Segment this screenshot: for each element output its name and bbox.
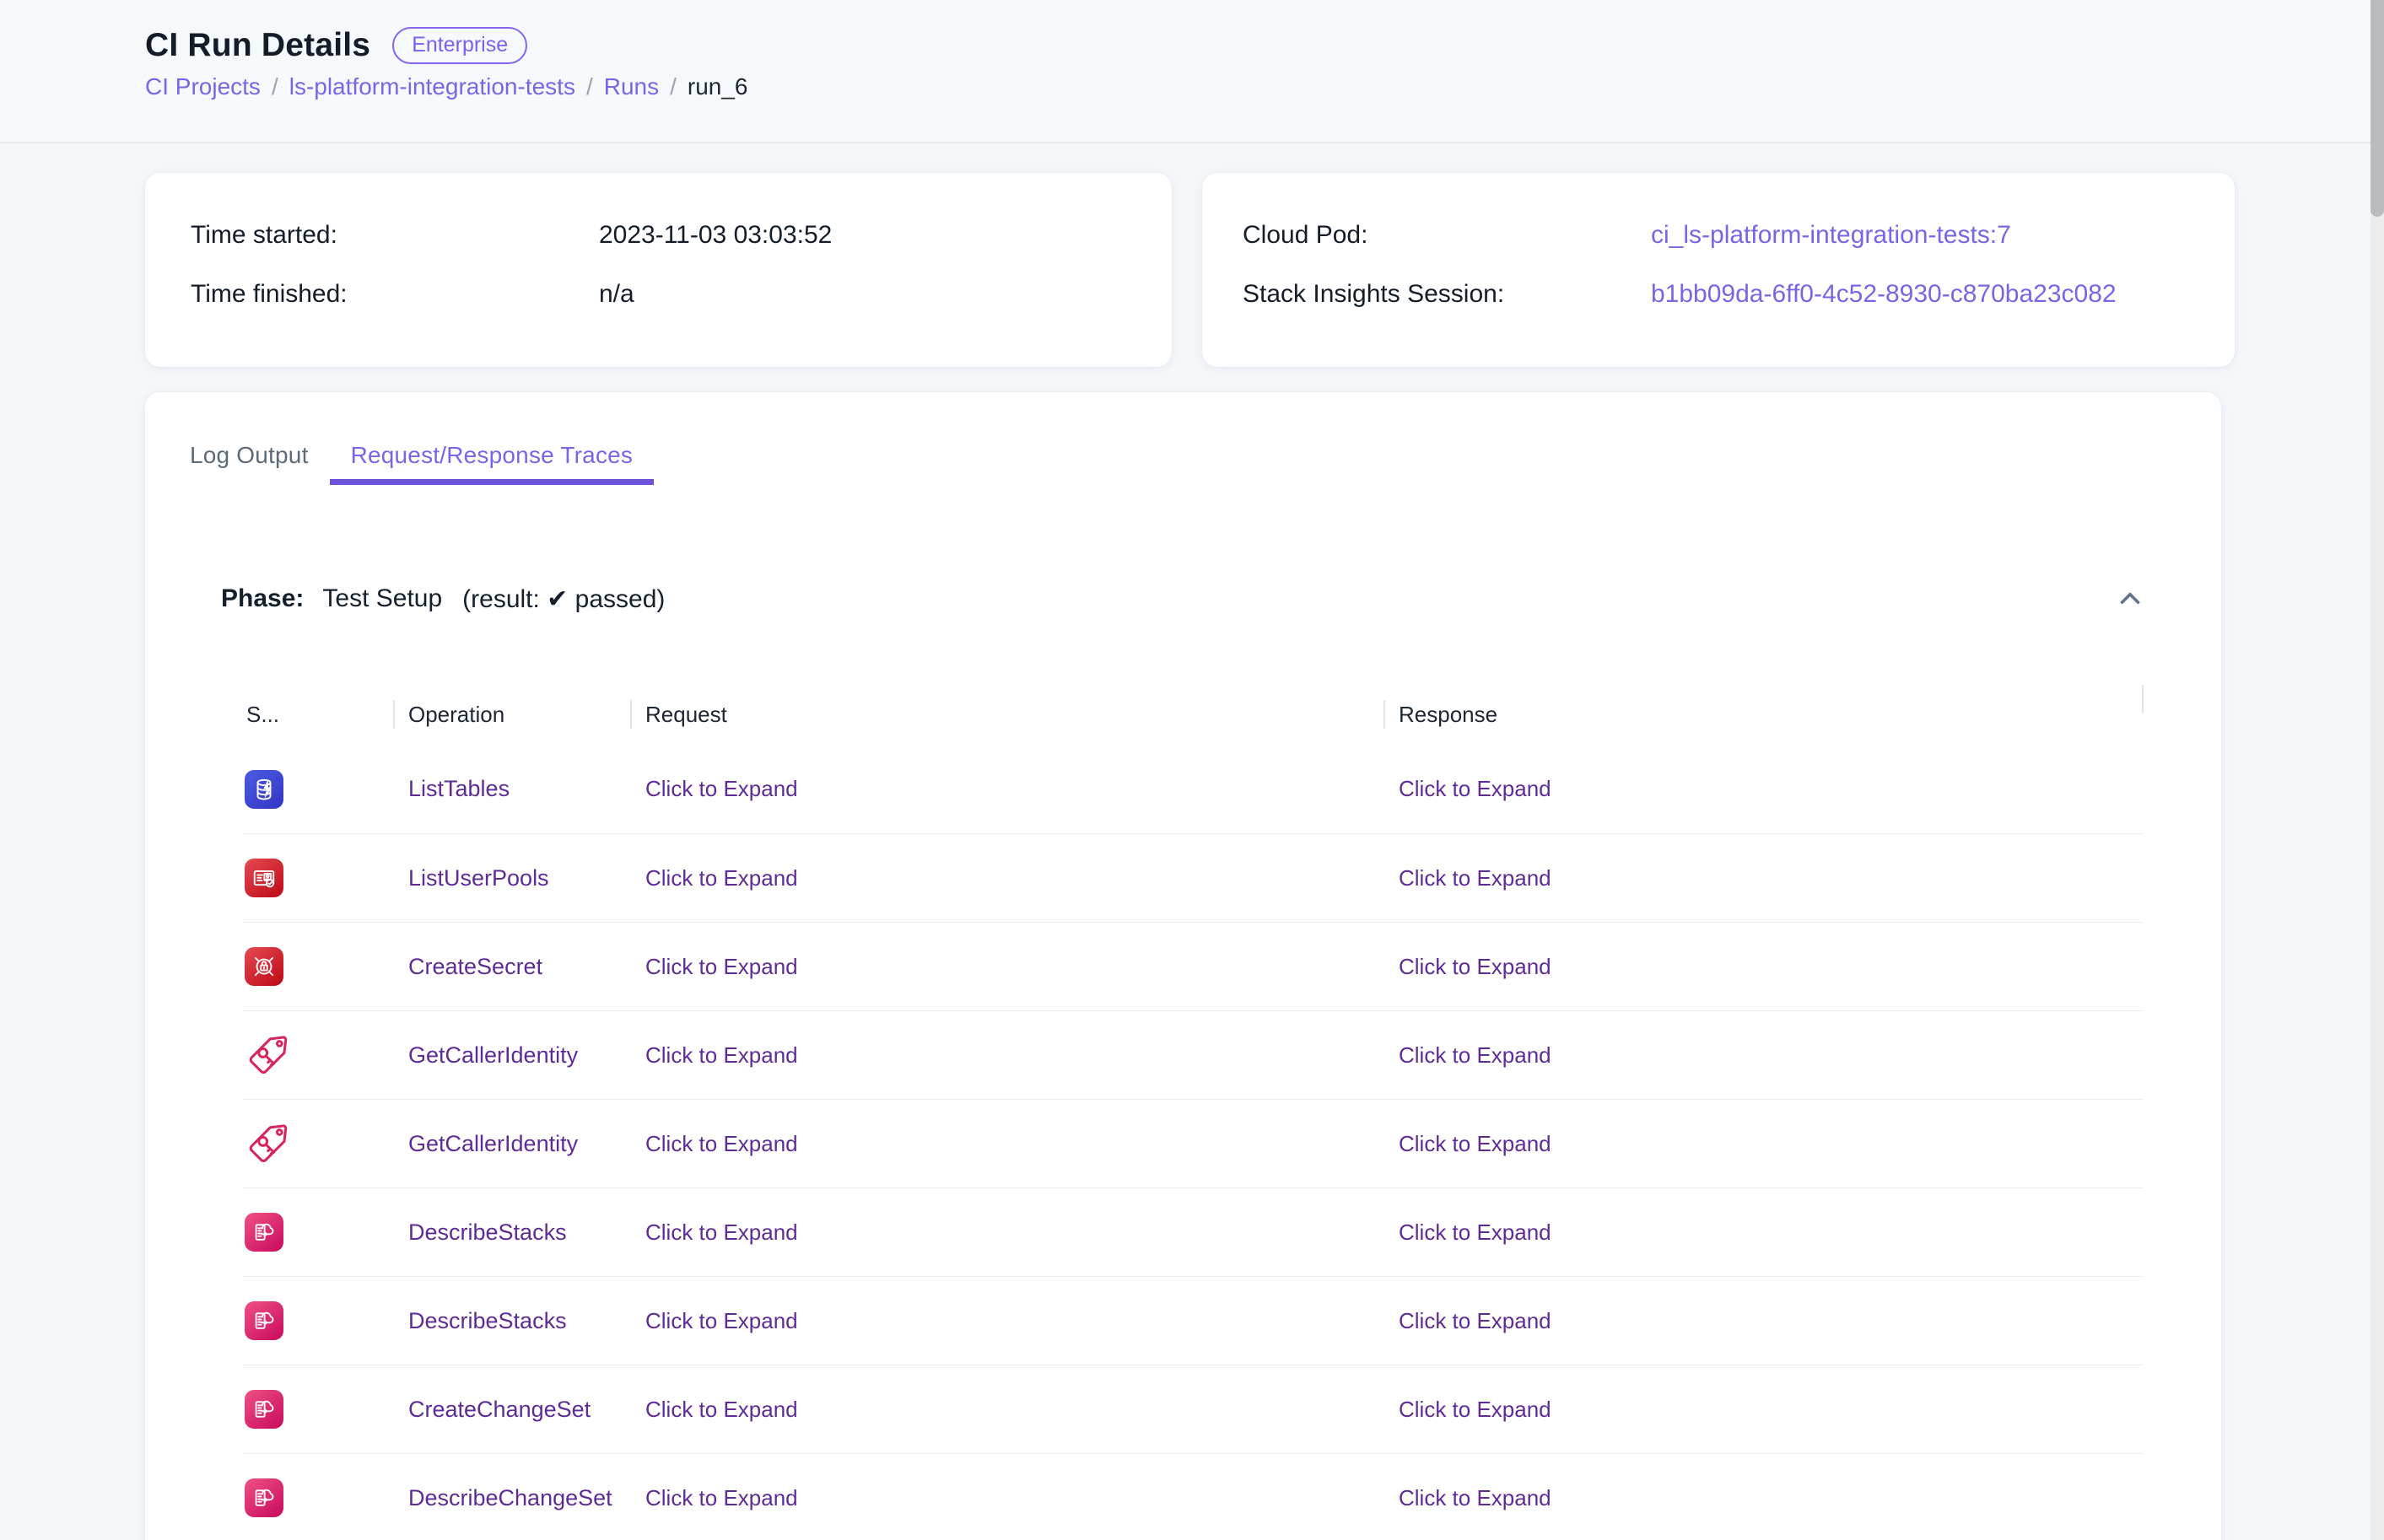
breadcrumb-ci-projects[interactable]: CI Projects	[145, 73, 261, 101]
time-started-label: Time started:	[191, 221, 599, 250]
breadcrumb-separator: /	[272, 73, 278, 101]
phase-header[interactable]: Phase: Test Setup (result: ✔ passed)	[145, 579, 2221, 618]
column-header-operation: Operation	[393, 699, 630, 730]
request-expand-link[interactable]: Click to Expand	[645, 1220, 798, 1245]
time-started-value: 2023-11-03 03:03:52	[599, 221, 832, 250]
response-expand-link[interactable]: Click to Expand	[1399, 776, 1551, 801]
breadcrumb: CI Projects / ls-platform-integration-te…	[145, 73, 2384, 101]
request-expand-link[interactable]: Click to Expand	[645, 1397, 798, 1422]
secrets-manager-icon	[245, 947, 283, 986]
cloud-pod-label: Cloud Pod:	[1243, 221, 1651, 250]
page-title: CI Run Details	[145, 24, 370, 67]
breadcrumb-project[interactable]: ls-platform-integration-tests	[289, 73, 575, 101]
request-expand-link[interactable]: Click to Expand	[645, 1308, 798, 1333]
operation-link[interactable]: CreateSecret	[408, 954, 542, 979]
time-finished-row: Time finished: n/a	[191, 276, 1128, 313]
response-expand-link[interactable]: Click to Expand	[1399, 865, 1551, 891]
response-expand-link[interactable]: Click to Expand	[1399, 1042, 1551, 1068]
cloudformation-icon	[245, 1390, 283, 1429]
table-row: DescribeStacks Click to Expand Click to …	[242, 1187, 2144, 1276]
stack-insights-label: Stack Insights Session:	[1243, 280, 1651, 309]
page-scrollbar[interactable]	[2371, 0, 2384, 1540]
table-row: DescribeStacks Click to Expand Click to …	[242, 1276, 2144, 1365]
time-finished-value: n/a	[599, 280, 634, 309]
operation-link[interactable]: ListTables	[408, 776, 510, 801]
page-header: CI Run Details Enterprise CI Projects / …	[0, 0, 2384, 143]
request-expand-link[interactable]: Click to Expand	[645, 1485, 798, 1510]
response-expand-link[interactable]: Click to Expand	[1399, 1308, 1551, 1333]
phase-text: Phase: Test Setup (result: ✔ passed)	[221, 584, 665, 614]
operation-link[interactable]: DescribeStacks	[408, 1308, 567, 1333]
breadcrumb-runs[interactable]: Runs	[604, 73, 659, 101]
operation-link[interactable]: GetCallerIdentity	[408, 1131, 578, 1156]
table-row: GetCallerIdentity Click to Expand Click …	[242, 1099, 2144, 1187]
collapse-chevron-up-icon[interactable]	[2115, 584, 2145, 614]
cloud-pod-link[interactable]: ci_ls-platform-integration-tests:7	[1651, 221, 2011, 250]
operation-link[interactable]: DescribeChangeSet	[408, 1485, 612, 1510]
operation-link[interactable]: GetCallerIdentity	[408, 1042, 578, 1068]
ci-run-details-page: CI Run Details Enterprise CI Projects / …	[0, 0, 2384, 1540]
scrollbar-thumb[interactable]	[2371, 0, 2384, 217]
table-row: GetCallerIdentity Click to Expand Click …	[242, 1010, 2144, 1099]
request-expand-link[interactable]: Click to Expand	[645, 1131, 798, 1156]
table-header-row: S... Operation Request Response	[242, 684, 2144, 745]
response-expand-link[interactable]: Click to Expand	[1399, 1485, 1551, 1510]
request-expand-link[interactable]: Click to Expand	[645, 1042, 798, 1068]
enterprise-badge: Enterprise	[392, 27, 527, 64]
time-started-row: Time started: 2023-11-03 03:03:52	[191, 217, 1128, 254]
response-expand-link[interactable]: Click to Expand	[1399, 954, 1551, 979]
request-expand-link[interactable]: Click to Expand	[645, 776, 798, 801]
breadcrumb-current-run: run_6	[688, 73, 748, 101]
cloudformation-icon	[245, 1301, 283, 1340]
breadcrumb-separator: /	[586, 73, 593, 101]
table-row: ListTables Click to Expand Click to Expa…	[242, 745, 2144, 833]
table-row: CreateSecret Click to Expand Click to Ex…	[242, 922, 2144, 1010]
stack-insights-session-link[interactable]: b1bb09da-6ff0-4c52-8930-c870ba23c082	[1651, 280, 2117, 309]
tab-log-output[interactable]: Log Output	[169, 426, 330, 485]
phase-result: (result: ✔ passed)	[462, 584, 665, 614]
operation-link[interactable]: ListUserPools	[408, 865, 549, 891]
cognito-icon	[245, 859, 283, 897]
table-row: ListUserPools Click to Expand Click to E…	[242, 833, 2144, 922]
request-expand-link[interactable]: Click to Expand	[645, 865, 798, 891]
cloudformation-icon	[245, 1478, 283, 1517]
tab-bar: Log Output Request/Response Traces	[145, 426, 2221, 485]
traces-card: Log Output Request/Response Traces Phase…	[145, 392, 2221, 1540]
cloud-pod-row: Cloud Pod: ci_ls-platform-integration-te…	[1243, 217, 2191, 254]
operation-link[interactable]: CreateChangeSet	[408, 1397, 591, 1422]
sts-key-tag-icon	[245, 1120, 292, 1167]
run-links-card: Cloud Pod: ci_ls-platform-integration-te…	[1202, 173, 2235, 367]
phase-name: Test Setup	[322, 584, 442, 613]
response-expand-link[interactable]: Click to Expand	[1399, 1131, 1551, 1156]
column-header-service: S...	[242, 699, 393, 730]
dynamodb-icon	[245, 770, 283, 809]
operation-link[interactable]: DescribeStacks	[408, 1220, 567, 1245]
table-row: CreateChangeSet Click to Expand Click to…	[242, 1365, 2144, 1453]
tab-request-response-traces[interactable]: Request/Response Traces	[330, 426, 655, 485]
phase-label: Phase:	[221, 584, 304, 613]
response-expand-link[interactable]: Click to Expand	[1399, 1220, 1551, 1245]
request-expand-link[interactable]: Click to Expand	[645, 954, 798, 979]
page-content: Time started: 2023-11-03 03:03:52 Time f…	[0, 173, 2384, 1540]
breadcrumb-separator: /	[670, 73, 677, 101]
stack-insights-row: Stack Insights Session: b1bb09da-6ff0-4c…	[1243, 276, 2191, 313]
column-header-request: Request	[630, 699, 1383, 730]
response-expand-link[interactable]: Click to Expand	[1399, 1397, 1551, 1422]
cloudformation-icon	[245, 1213, 283, 1252]
sts-key-tag-icon	[245, 1031, 292, 1079]
column-header-response: Response	[1383, 699, 2144, 730]
time-finished-label: Time finished:	[191, 280, 599, 309]
run-times-card: Time started: 2023-11-03 03:03:52 Time f…	[145, 173, 1172, 367]
trace-table: S... Operation Request Response ListTabl…	[242, 684, 2144, 1540]
table-row: DescribeChangeSet Click to Expand Click …	[242, 1453, 2144, 1540]
